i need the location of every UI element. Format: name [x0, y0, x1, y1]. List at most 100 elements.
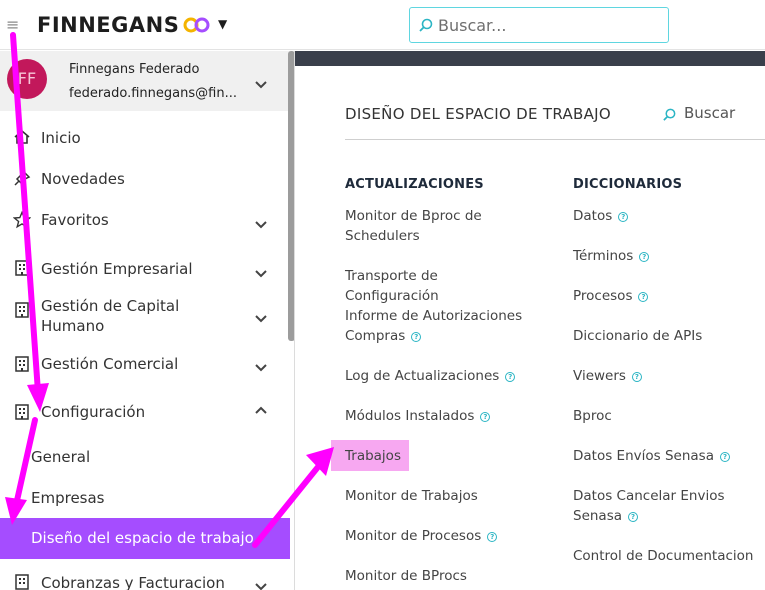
- chevron-down-icon[interactable]: [255, 219, 267, 231]
- help-icon[interactable]: ?: [487, 532, 498, 542]
- building-icon: [15, 356, 29, 372]
- sidebar-divider: [294, 51, 295, 590]
- menu-link[interactable]: Informe de Autorizaciones Compras?: [345, 306, 535, 346]
- sidebar-item-label: Configuración: [41, 403, 146, 421]
- menu-link-label: Monitor de Procesos: [345, 528, 482, 544]
- menu-link[interactable]: Monitor de Trabajos: [345, 486, 535, 506]
- menu-link-label: Datos Cancelar Envios Senasa: [573, 488, 725, 524]
- pin-icon: [14, 169, 31, 186]
- help-icon[interactable]: ?: [631, 372, 642, 382]
- sidebar-item-label: Novedades: [41, 170, 125, 188]
- menu-link-label: Transporte de Configuración: [345, 268, 439, 304]
- sidebar-item-gestion-capital-humano[interactable]: Gestión de Capital Humano: [0, 295, 290, 339]
- sidebar-item-label: Gestión Comercial: [41, 355, 179, 373]
- building-icon: [15, 260, 29, 276]
- menu-link-label: Log de Actualizaciones: [345, 368, 500, 384]
- menu-link-label: Informe de Autorizaciones Compras: [345, 308, 523, 344]
- sidebar-item-favoritos[interactable]: Favoritos: [0, 206, 290, 236]
- menu-link[interactable]: Viewers?: [573, 366, 765, 386]
- sidebar-item-label: Cobranzas y Facturacion: [41, 574, 225, 590]
- sidebar-item-label: Inicio: [41, 129, 81, 147]
- sidebar-item-inicio[interactable]: Inicio: [0, 123, 290, 153]
- menu-link[interactable]: Procesos?: [573, 286, 765, 306]
- sidebar-item-gestion-empresarial[interactable]: Gestión Empresarial: [0, 254, 290, 284]
- sidebar-subitem-diseno-espacio-trabajo[interactable]: Diseño del espacio de trabajo: [0, 518, 290, 559]
- column-heading-actualizaciones: ACTUALIZACIONES: [345, 177, 484, 192]
- building-icon: [15, 404, 29, 420]
- content-header-band: [295, 51, 765, 66]
- brand-name[interactable]: FINNEGANS: [37, 13, 179, 37]
- hamburger-menu-icon[interactable]: ≡: [6, 16, 19, 34]
- sidebar-subitem-label: Empresas: [31, 489, 105, 507]
- chevron-down-icon[interactable]: [255, 79, 267, 91]
- brand-dropdown-icon[interactable]: ▼: [218, 17, 227, 31]
- menu-link-label: Control de Documentacion: [573, 548, 754, 564]
- sidebar-item-novedades[interactable]: Novedades: [0, 164, 290, 194]
- menu-link-label: Trabajos: [345, 448, 401, 464]
- menu-link[interactable]: Datos Envíos Senasa?: [573, 446, 765, 466]
- menu-link-label: Diccionario de APIs: [573, 328, 703, 344]
- profile-email: federado.finnegans@fin...: [69, 86, 237, 101]
- menu-link[interactable]: Diccionario de APIs: [573, 326, 765, 346]
- menu-link-label: Datos: [573, 208, 613, 224]
- chevron-down-icon[interactable]: [255, 268, 267, 280]
- title-underline: [345, 139, 765, 140]
- help-icon[interactable]: ?: [628, 512, 639, 522]
- help-icon[interactable]: ?: [411, 332, 422, 342]
- user-profile[interactable]: FF Finnegans Federado federado.finnegans…: [0, 51, 290, 111]
- menu-link-label: Procesos: [573, 288, 633, 304]
- search-icon: [419, 18, 433, 32]
- help-icon[interactable]: ?: [719, 452, 730, 462]
- menu-link[interactable]: Módulos Instalados?: [345, 406, 535, 426]
- menu-link[interactable]: Datos Cancelar Envios Senasa?: [573, 486, 765, 526]
- help-icon[interactable]: ?: [638, 292, 649, 302]
- search-icon: [663, 108, 676, 121]
- menu-link[interactable]: Datos?: [573, 206, 765, 226]
- sidebar-item-cobranzas-facturacion[interactable]: Cobranzas y Facturacion: [0, 571, 290, 590]
- chevron-down-icon[interactable]: [255, 313, 267, 325]
- top-bar: ≡ FINNEGANS ▼: [0, 0, 765, 50]
- profile-name: Finnegans Federado: [69, 62, 200, 77]
- chevron-down-icon[interactable]: [255, 581, 267, 590]
- sidebar: FF Finnegans Federado federado.finnegans…: [0, 51, 290, 590]
- sidebar-item-label: Favoritos: [41, 211, 109, 229]
- menu-link[interactable]: Bproc: [573, 406, 765, 426]
- finnegans-logo-icon: [183, 17, 210, 33]
- menu-link-label: Términos: [573, 248, 634, 264]
- chevron-down-icon[interactable]: [255, 362, 267, 374]
- column-heading-diccionarios: DICCIONARIOS: [573, 177, 683, 192]
- sidebar-subitem-label: Diseño del espacio de trabajo: [31, 529, 254, 547]
- menu-link[interactable]: Monitor de Procesos?: [345, 526, 535, 546]
- menu-link[interactable]: Monitor de Bproc de Schedulers: [345, 206, 535, 246]
- sidebar-item-configuracion[interactable]: Configuración: [0, 398, 290, 428]
- sidebar-item-label: Gestión de Capital Humano: [41, 297, 180, 335]
- global-search[interactable]: [409, 7, 669, 43]
- menu-link[interactable]: Control de Documentacion: [573, 546, 765, 566]
- menu-link-label: Datos Envíos Senasa: [573, 448, 714, 464]
- page-title: DISEÑO DEL ESPACIO DE TRABAJO: [345, 105, 611, 123]
- help-icon[interactable]: ?: [618, 212, 629, 222]
- menu-link-label: Monitor de BProcs: [345, 568, 467, 580]
- sidebar-item-gestion-comercial[interactable]: Gestión Comercial: [0, 350, 290, 380]
- sidebar-subitem-empresas[interactable]: Empresas: [0, 484, 290, 514]
- help-icon[interactable]: ?: [480, 412, 491, 422]
- sidebar-item-label: Gestión Empresarial: [41, 260, 193, 278]
- menu-link-label: Monitor de Bproc de Schedulers: [345, 208, 482, 244]
- menu-link[interactable]: Monitor de BProcs: [345, 566, 535, 580]
- content-search-label: Buscar: [684, 104, 736, 122]
- help-icon[interactable]: ?: [505, 372, 516, 382]
- menu-link-label: Monitor de Trabajos: [345, 488, 478, 504]
- menu-link-label: Bproc: [573, 408, 612, 424]
- menu-link-label: Módulos Instalados: [345, 408, 475, 424]
- menu-link[interactable]: Log de Actualizaciones?: [345, 366, 535, 386]
- menu-link-label: Viewers: [573, 368, 626, 384]
- help-icon[interactable]: ?: [639, 252, 650, 262]
- menu-link[interactable]: Términos?: [573, 246, 765, 266]
- sidebar-subitem-general[interactable]: General: [0, 443, 290, 473]
- menu-link[interactable]: Transporte de Configuración: [345, 266, 535, 306]
- menu-link[interactable]: Trabajos: [345, 446, 535, 466]
- building-icon: [15, 574, 29, 590]
- search-input[interactable]: [438, 13, 658, 37]
- chevron-up-icon[interactable]: [255, 404, 267, 416]
- star-icon: [13, 211, 31, 229]
